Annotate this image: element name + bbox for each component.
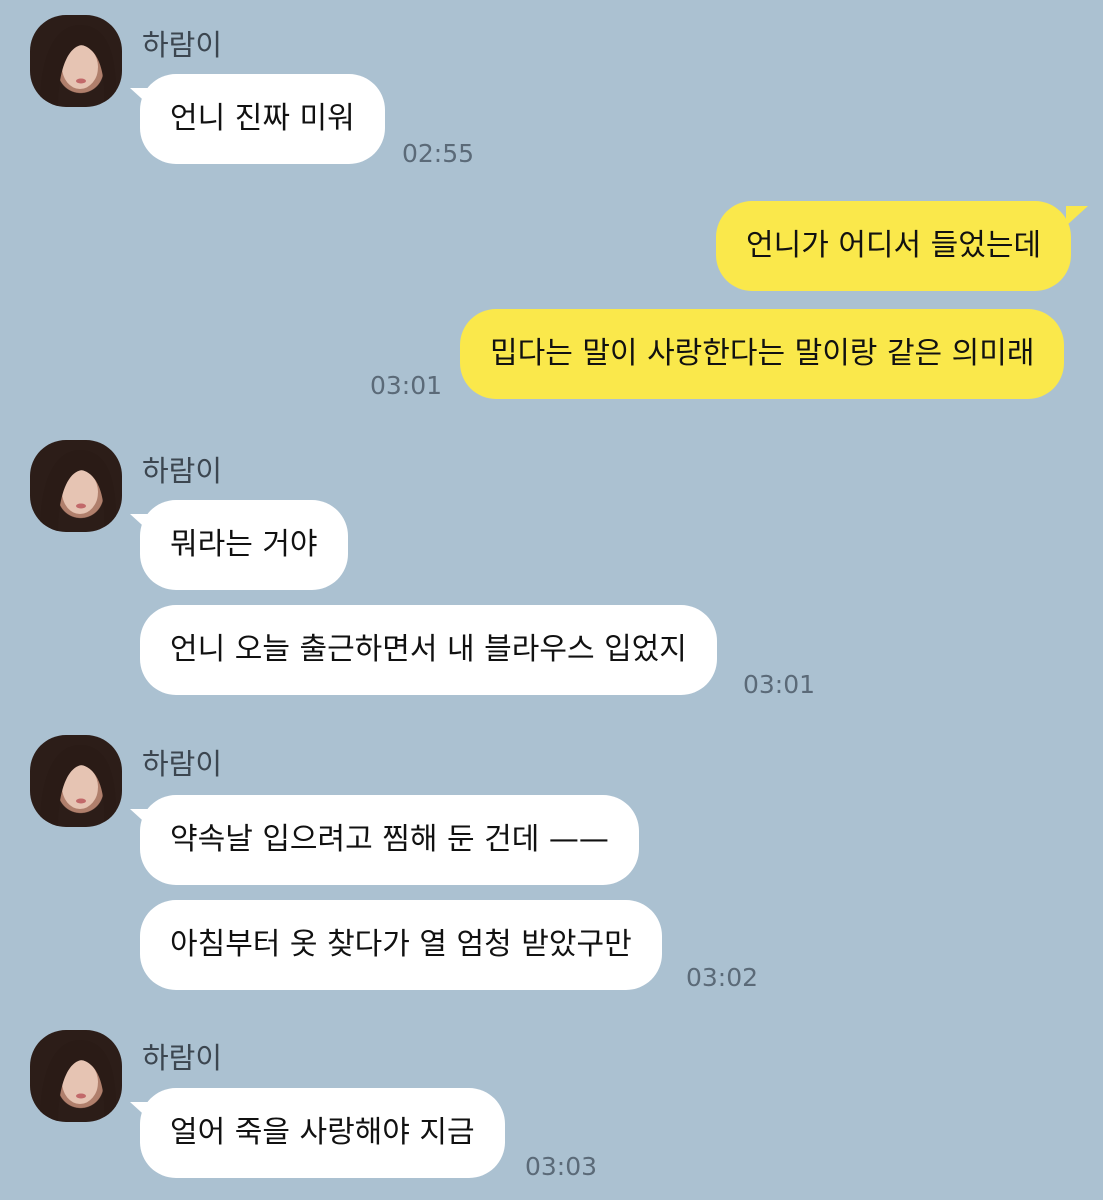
outgoing-message[interactable]: 언니가 어디서 들었는데 xyxy=(716,201,1072,291)
sender-avatar[interactable] xyxy=(30,440,122,532)
sender-name: 하람이 xyxy=(142,28,223,62)
message-time: 03:01 xyxy=(370,371,443,400)
profile-avatar-icon xyxy=(40,745,117,827)
bubble-tail xyxy=(130,88,152,108)
profile-avatar-icon xyxy=(40,450,117,532)
bubble-tail xyxy=(130,809,152,829)
bubble-tail xyxy=(1066,206,1088,226)
message-time: 03:03 xyxy=(525,1152,598,1181)
sender-avatar[interactable] xyxy=(30,15,122,107)
bubble-tail xyxy=(130,514,152,534)
incoming-message[interactable]: 언니 진짜 미워 xyxy=(140,74,385,164)
incoming-message[interactable]: 약속날 입으려고 찜해 둔 건데 —— xyxy=(140,795,639,885)
sender-name: 하람이 xyxy=(142,747,223,781)
incoming-message[interactable]: 뭐라는 거야 xyxy=(140,500,348,590)
incoming-message[interactable]: 아침부터 옷 찾다가 열 엄청 받았구만 xyxy=(140,900,662,990)
incoming-message[interactable]: 언니 오늘 출근하면서 내 블라우스 입었지 xyxy=(140,605,717,695)
message-time: 02:55 xyxy=(402,139,475,168)
sender-avatar[interactable] xyxy=(30,1030,122,1122)
bubble-tail xyxy=(130,1102,152,1122)
message-time: 03:02 xyxy=(686,963,759,992)
sender-name: 하람이 xyxy=(142,1041,223,1075)
incoming-message[interactable]: 얼어 죽을 사랑해야 지금 xyxy=(140,1088,505,1178)
sender-avatar[interactable] xyxy=(30,735,122,827)
profile-avatar-icon xyxy=(40,1040,117,1122)
message-time: 03:01 xyxy=(743,670,816,699)
sender-name: 하람이 xyxy=(142,454,223,488)
profile-avatar-icon xyxy=(40,25,117,107)
outgoing-message[interactable]: 밉다는 말이 사랑한다는 말이랑 같은 의미래 xyxy=(460,309,1065,399)
